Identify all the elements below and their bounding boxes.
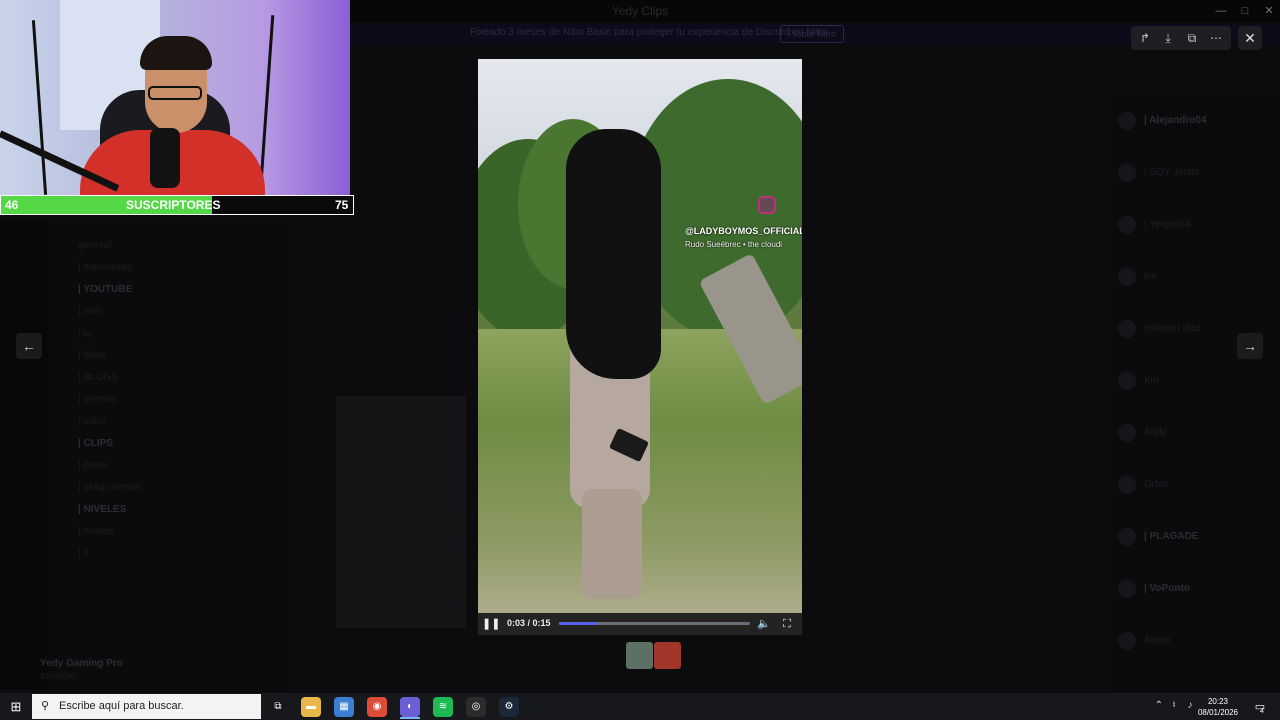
instagram-icon <box>758 196 776 214</box>
taskbar-search-placeholder: Escribe aquí para buscar. <box>59 700 184 712</box>
streamer-hair <box>140 36 212 70</box>
file-explorer-icon[interactable]: ▬ <box>301 697 321 717</box>
active-app-indicator <box>400 717 420 719</box>
member-item[interactable]: Kiu <box>1144 375 1158 386</box>
channel-item[interactable]: | web <box>78 306 102 317</box>
video-player[interactable]: @LADYBOYMOS_OFFICIAL Rudo Sueébrec • the… <box>478 59 802 635</box>
more-icon[interactable]: ⋯ <box>1204 26 1228 50</box>
search-icon: ⚲ <box>40 700 50 712</box>
member-list <box>1110 90 1280 690</box>
task-view-icon[interactable]: ⧉ <box>268 697 288 717</box>
video-figure-legs <box>582 489 642 599</box>
channel-item[interactable]: | posts <box>78 460 107 471</box>
thumbnail-2[interactable] <box>654 642 681 669</box>
member-avatar[interactable] <box>1118 580 1136 598</box>
channel-item[interactable]: | b <box>78 548 89 559</box>
member-avatar[interactable] <box>1118 476 1136 494</box>
streamer-glasses <box>148 86 202 100</box>
nitro-banner-text: Fixeado 3 meses de Nitro Basic para prot… <box>470 27 828 38</box>
member-item[interactable]: | PLAGADE <box>1144 531 1198 542</box>
member-avatar[interactable] <box>1118 424 1136 442</box>
member-item[interactable]: jek <box>1144 271 1157 282</box>
microphone-tray-icon[interactable]: ♮ <box>1167 699 1181 713</box>
webcam-overlay <box>0 0 350 195</box>
lamp-left <box>31 20 48 195</box>
microphone <box>150 128 180 188</box>
server-rail <box>0 220 48 690</box>
volume-icon[interactable]: 🔈 <box>756 616 772 632</box>
subscriber-label: SUSCRIPTORES <box>126 198 221 212</box>
video-seek-progress <box>559 622 598 625</box>
previous-media-button[interactable]: ← <box>16 333 42 359</box>
member-avatar[interactable] <box>1118 164 1136 182</box>
spotify-icon[interactable]: ≋ <box>433 697 453 717</box>
close-viewer-button[interactable]: ✕ <box>1238 26 1262 50</box>
share-icon[interactable]: ↱ <box>1133 26 1157 50</box>
subscriber-count: 46 <box>5 198 19 212</box>
channel-item[interactable]: | ig <box>78 328 91 339</box>
video-time: 0:03 / 0:15 <box>507 618 551 628</box>
channel-item[interactable]: | voice <box>78 416 107 427</box>
channel-item[interactable]: | setup-stream <box>78 482 142 493</box>
window-close-button[interactable]: ✕ <box>1261 3 1277 19</box>
nitro-banner-button[interactable]: Probar Nitro <box>780 25 844 43</box>
thumbnail-1[interactable] <box>626 642 653 669</box>
member-avatar[interactable] <box>1118 268 1136 286</box>
member-item[interactable]: | Alejandro04 <box>1144 115 1206 126</box>
subscriber-goal-bar: 46 SUSCRIPTORES 75 <box>0 195 354 215</box>
member-item[interactable]: | VoPonto <box>1144 583 1190 594</box>
user-panel-status: Invisible <box>40 671 77 682</box>
channel-item[interactable]: | CLIPS <box>78 438 113 449</box>
user-panel-name: Yedy Gaming Pro <box>40 658 123 669</box>
next-media-button[interactable]: → <box>1237 333 1263 359</box>
pause-icon[interactable]: ❚❚ <box>482 617 500 631</box>
video-figure-hair <box>566 129 661 379</box>
video-overlay-handle: @LADYBOYMOS_OFFICIAL <box>685 226 802 236</box>
channel-item[interactable]: | memes <box>78 394 116 405</box>
video-seek-bar[interactable] <box>559 622 750 625</box>
member-item[interactable]: esteban diaz <box>1144 323 1201 334</box>
member-avatar[interactable] <box>1118 632 1136 650</box>
channel-item[interactable]: | BLOGS <box>78 372 118 383</box>
member-item[interactable]: Ateeo <box>1144 635 1170 646</box>
discord-icon[interactable]: ◐ <box>400 697 420 717</box>
member-item[interactable]: | SOY Jimito <box>1144 167 1199 178</box>
taskbar-clock[interactable]: 20:23 08/01/2026 <box>1192 696 1244 718</box>
member-avatar[interactable] <box>1118 372 1136 390</box>
clock-date: 08/01/2026 <box>1197 708 1239 717</box>
member-avatar[interactable] <box>1118 320 1136 338</box>
member-item[interactable]: Grfax <box>1144 479 1168 490</box>
store-icon[interactable]: ▦ <box>334 697 354 717</box>
channel-item[interactable]: | tiktok <box>78 350 107 361</box>
member-item[interactable]: Andy <box>1144 427 1167 438</box>
tray-chevron-icon[interactable]: ⌃ <box>1152 699 1166 713</box>
clock-time: 20:23 <box>1207 697 1229 706</box>
windows-start-icon[interactable]: ⊞ <box>0 693 32 720</box>
maximize-button[interactable]: □ <box>1237 3 1253 19</box>
member-avatar[interactable] <box>1118 112 1136 130</box>
minimize-button[interactable]: — <box>1213 3 1229 19</box>
obs-icon[interactable]: ◎ <box>466 697 486 717</box>
channel-item[interactable]: | YOUTUBE <box>78 284 132 295</box>
open-external-icon[interactable]: ⧉ <box>1180 26 1204 50</box>
member-avatar[interactable] <box>1118 528 1136 546</box>
chrome-icon[interactable]: ◉ <box>367 697 387 717</box>
steam-icon[interactable]: ⚙ <box>499 697 519 717</box>
channel-item[interactable]: | entrevistas <box>78 262 132 273</box>
chat-video-thumbnail[interactable] <box>336 396 466 628</box>
fullscreen-icon[interactable]: ⛶ <box>779 616 795 632</box>
subscriber-goal: 75 <box>335 198 349 212</box>
notification-count: 4 <box>1260 708 1264 715</box>
window-title: Yedy Clips <box>611 4 669 18</box>
channel-item[interactable]: | niveles <box>78 526 115 537</box>
channel-item[interactable]: general <box>78 240 111 251</box>
channel-item[interactable]: | NIVELES <box>78 504 126 515</box>
video-overlay-caption: Rudo Sueébrec • the cloudi <box>685 240 783 249</box>
download-icon[interactable]: ⤓ <box>1156 26 1180 50</box>
member-item[interactable]: | Yeigeno4 <box>1144 219 1191 230</box>
member-avatar[interactable] <box>1118 216 1136 234</box>
